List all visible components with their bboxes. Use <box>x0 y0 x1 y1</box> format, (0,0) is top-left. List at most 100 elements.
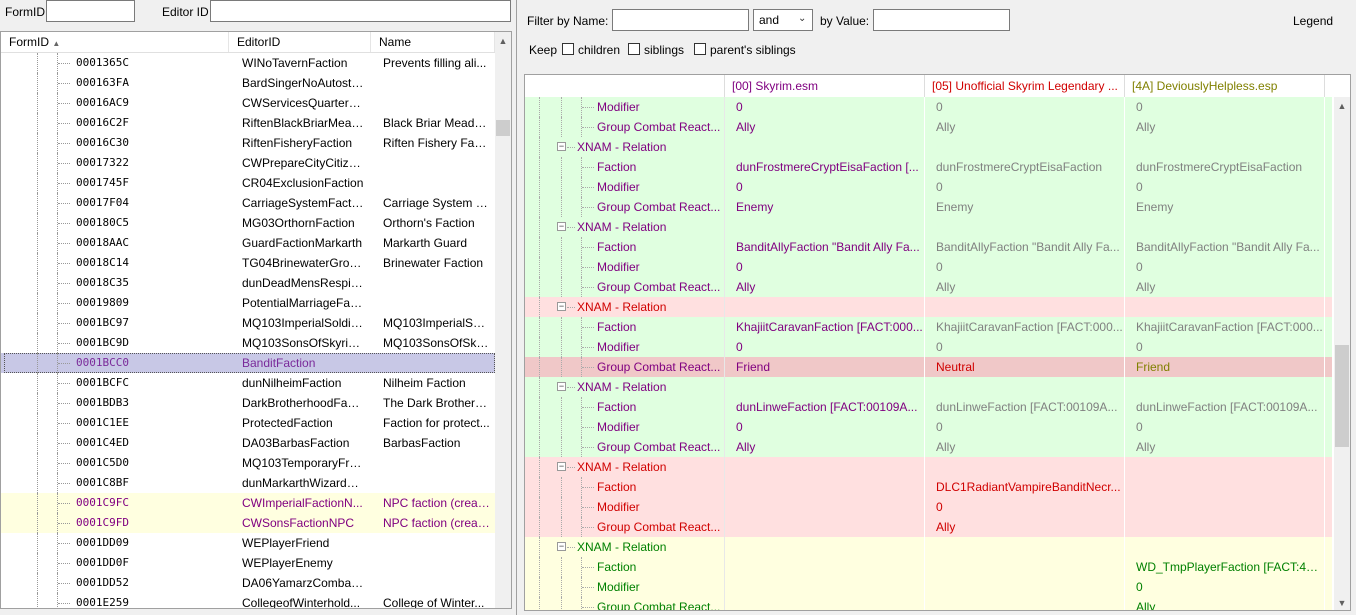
grid-field-row[interactable]: Group Combat React... Ally Ally Ally <box>525 117 1333 137</box>
grid-field-row[interactable]: Group Combat React... Ally Ally Ally <box>525 437 1333 457</box>
value-cell-skyrim[interactable] <box>725 597 925 610</box>
collapse-toggle-icon[interactable]: − <box>557 462 566 471</box>
value-cell-deviouslyhelpless[interactable]: 0 <box>1125 177 1325 197</box>
collapse-toggle-icon[interactable]: − <box>557 142 566 151</box>
record-row[interactable]: 0001C5D0 MQ103TemporaryFriendsFaction <box>1 453 495 473</box>
collapse-toggle-icon[interactable]: − <box>557 302 566 311</box>
value-cell-deviouslyhelpless[interactable]: 0 <box>1125 337 1325 357</box>
value-cell-ussep[interactable]: Enemy <box>925 197 1125 217</box>
grid-field-row[interactable]: Group Combat React... Ally <box>525 517 1333 537</box>
grid-group-row[interactable]: − XNAM - Relation <box>525 297 1333 317</box>
grid-field-row[interactable]: Modifier 0 0 0 <box>525 337 1333 357</box>
value-cell-ussep[interactable] <box>925 377 1125 397</box>
value-cell-ussep[interactable] <box>925 577 1125 597</box>
value-cell-skyrim[interactable] <box>725 457 925 477</box>
column-header-formid[interactable]: FormID ▲ <box>1 32 229 52</box>
record-row[interactable]: 0001C9FD CWSonsFactionNPC NPC faction (cre… <box>1 513 495 533</box>
value-cell-ussep[interactable]: 0 <box>925 257 1125 277</box>
value-cell-skyrim[interactable]: 0 <box>725 257 925 277</box>
grid-group-row[interactable]: − XNAM - Relation <box>525 137 1333 157</box>
value-cell-ussep[interactable]: Neutral <box>925 357 1125 377</box>
value-cell-ussep[interactable]: 0 <box>925 337 1125 357</box>
grid-group-row[interactable]: − XNAM - Relation <box>525 457 1333 477</box>
value-cell-deviouslyhelpless[interactable]: Ally <box>1125 437 1325 457</box>
record-row[interactable]: 00018AAC GuardFactionMarkarth Markarth Gua… <box>1 233 495 253</box>
value-cell-skyrim[interactable]: 0 <box>725 417 925 437</box>
parents-siblings-checkbox[interactable] <box>694 43 706 55</box>
record-row[interactable]: 0001BDB3 DarkBrotherhoodFact... The Dark B… <box>1 393 495 413</box>
children-checkbox[interactable] <box>562 43 574 55</box>
grid-field-row[interactable]: Modifier 0 0 0 <box>525 417 1333 437</box>
value-cell-skyrim[interactable] <box>725 137 925 157</box>
record-row[interactable]: 0001E259 CollegeofWinterhold... College of… <box>1 593 495 608</box>
value-cell-deviouslyhelpless[interactable] <box>1125 137 1325 157</box>
value-cell-ussep[interactable] <box>925 137 1125 157</box>
record-row[interactable]: 0001745F CR04ExclusionFaction <box>1 173 495 193</box>
grid-field-row[interactable]: Modifier 0 0 0 <box>525 257 1333 277</box>
record-row[interactable]: 00017322 CWPrepareCityCitizenCityCenterEx… <box>1 153 495 173</box>
grid-scrollbar[interactable]: ▲ ▼ <box>1334 97 1350 610</box>
value-cell-skyrim[interactable]: Friend <box>725 357 925 377</box>
value-cell-ussep[interactable]: DLC1RadiantVampireBanditNecr... <box>925 477 1125 497</box>
value-cell-skyrim[interactable]: KhajiitCaravanFaction [FACT:000... <box>725 317 925 337</box>
record-row[interactable]: 0001BCC0 BanditFaction <box>1 353 495 373</box>
value-cell-deviouslyhelpless[interactable]: Friend <box>1125 357 1325 377</box>
scroll-up-icon[interactable]: ▲ <box>1334 101 1350 111</box>
value-cell-deviouslyhelpless[interactable] <box>1125 537 1325 557</box>
filter-operator-select[interactable]: and ⌄ <box>753 9 813 31</box>
value-cell-ussep[interactable]: Ally <box>925 517 1125 537</box>
grid-header-plugin-ussep[interactable]: [05] Unofficial Skyrim Legendary ... <box>925 75 1125 97</box>
collapse-toggle-icon[interactable]: − <box>557 382 566 391</box>
filter-name-input[interactable] <box>612 9 749 31</box>
value-cell-skyrim[interactable] <box>725 577 925 597</box>
value-cell-skyrim[interactable] <box>725 477 925 497</box>
collapse-toggle-icon[interactable]: − <box>557 222 566 231</box>
value-cell-ussep[interactable]: Ally <box>925 117 1125 137</box>
value-cell-skyrim[interactable]: Ally <box>725 437 925 457</box>
record-row[interactable]: 0001DD52 DA06YamarzCombatFaction <box>1 573 495 593</box>
grid-field-row[interactable]: Faction BanditAllyFaction "Bandit Ally Fa… <box>525 237 1333 257</box>
value-cell-deviouslyhelpless[interactable] <box>1125 217 1325 237</box>
record-row[interactable]: 00016C30 RiftenFisheryFaction Riften Fishe… <box>1 133 495 153</box>
value-cell-ussep[interactable]: 0 <box>925 417 1125 437</box>
value-cell-skyrim[interactable]: dunLinweFaction [FACT:00109A... <box>725 397 925 417</box>
value-cell-skyrim[interactable] <box>725 377 925 397</box>
grid-field-row[interactable]: Faction dunLinweFaction [FACT:00109A... du… <box>525 397 1333 417</box>
record-row[interactable]: 0001BC9D MQ103SonsOfSkyrim... MQ103SonsOfS… <box>1 333 495 353</box>
value-cell-deviouslyhelpless[interactable]: KhajiitCaravanFaction [FACT:000... <box>1125 317 1325 337</box>
record-row[interactable]: 00016C2F RiftenBlackBriarMead... Black Bri… <box>1 113 495 133</box>
value-cell-ussep[interactable]: BanditAllyFaction "Bandit Ally Fa... <box>925 237 1125 257</box>
value-cell-ussep[interactable] <box>925 457 1125 477</box>
grid-field-row[interactable]: Faction dunFrostmereCryptEisaFaction [...… <box>525 157 1333 177</box>
value-cell-ussep[interactable] <box>925 557 1125 577</box>
record-list-scrollbar[interactable]: ▲ <box>495 32 511 608</box>
value-cell-deviouslyhelpless[interactable]: Ally <box>1125 597 1325 610</box>
record-row[interactable]: 0001C4ED DA03BarbasFaction BarbasFaction <box>1 433 495 453</box>
grid-field-row[interactable]: Group Combat React... Enemy Enemy Enemy <box>525 197 1333 217</box>
grid-field-row[interactable]: Group Combat React... Ally <box>525 597 1333 610</box>
value-cell-deviouslyhelpless[interactable]: Ally <box>1125 277 1325 297</box>
value-cell-skyrim[interactable] <box>725 517 925 537</box>
record-row[interactable]: 000163FA BardSingerNoAutostart <box>1 73 495 93</box>
formid-filter-input[interactable] <box>46 0 135 22</box>
grid-group-row[interactable]: − XNAM - Relation <box>525 377 1333 397</box>
value-cell-skyrim[interactable]: 0 <box>725 177 925 197</box>
value-cell-deviouslyhelpless[interactable]: 0 <box>1125 577 1325 597</box>
value-cell-deviouslyhelpless[interactable] <box>1125 497 1325 517</box>
value-cell-ussep[interactable]: 0 <box>925 497 1125 517</box>
record-row[interactable]: 0001DD09 WEPlayerFriend <box>1 533 495 553</box>
value-cell-skyrim[interactable]: 0 <box>725 337 925 357</box>
filter-value-input[interactable] <box>873 9 1010 31</box>
record-row[interactable]: 0001BCFC dunNilheimFaction Nilheim Faction <box>1 373 495 393</box>
value-cell-skyrim[interactable] <box>725 217 925 237</box>
grid-field-row[interactable]: Modifier 0 <box>525 577 1333 597</box>
collapse-toggle-icon[interactable]: − <box>557 542 566 551</box>
value-cell-deviouslyhelpless[interactable]: Enemy <box>1125 197 1325 217</box>
grid-group-row[interactable]: − XNAM - Relation <box>525 537 1333 557</box>
value-cell-deviouslyhelpless[interactable]: 0 <box>1125 417 1325 437</box>
value-cell-ussep[interactable]: dunFrostmereCryptEisaFaction <box>925 157 1125 177</box>
value-cell-ussep[interactable]: 0 <box>925 177 1125 197</box>
value-cell-skyrim[interactable]: 0 <box>725 97 925 117</box>
value-cell-ussep[interactable]: Ally <box>925 277 1125 297</box>
value-cell-ussep[interactable]: Ally <box>925 437 1125 457</box>
